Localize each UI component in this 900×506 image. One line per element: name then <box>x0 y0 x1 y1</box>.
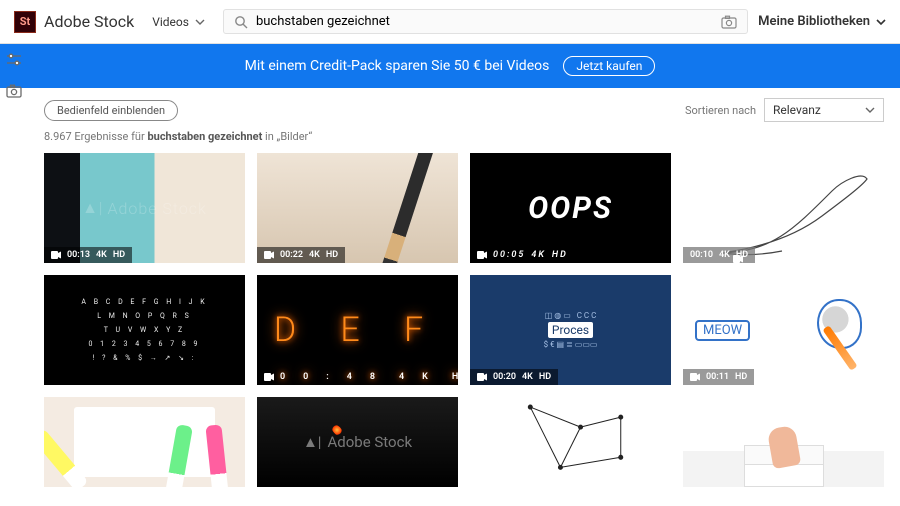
libraries-menu[interactable]: Meine Bibliotheken <box>758 14 886 29</box>
content: Bedienfeld einblenden Sortieren nach Rel… <box>28 88 900 506</box>
chevron-down-icon <box>865 105 875 115</box>
result-thumb[interactable]: ◫ ◍ ▭ C C C Proces $ € ▤ ≣ ▭▭▭ 00:204KHD <box>470 275 671 385</box>
content-toolbar: Bedienfeld einblenden Sortieren nach Rel… <box>44 98 884 122</box>
results-grid: ▲|Adobe Stock 00:134KHD 00:224KHD OOPS 0… <box>44 153 884 385</box>
thumb-badge: 00:224KHD <box>257 247 345 263</box>
thumb-doodle <box>165 424 193 487</box>
thumb-text: Proces <box>548 322 593 338</box>
category-dropdown[interactable]: Videos <box>144 11 213 33</box>
result-thumb[interactable] <box>44 397 245 487</box>
result-thumb[interactable]: MEOW 00:11HD <box>683 275 884 385</box>
result-thumb[interactable]: 00:224KHD <box>257 153 458 263</box>
search-icon <box>234 15 248 29</box>
thumb-badge: 00:104KHD <box>683 247 755 263</box>
result-thumb[interactable]: D E F 00:484KHD <box>257 275 458 385</box>
results-count: 8.967 <box>44 130 72 143</box>
video-icon <box>477 373 487 381</box>
watermark: Adobe Stock <box>327 433 412 451</box>
thumb-text: D E F <box>274 310 441 350</box>
brand: St Adobe Stock <box>14 11 134 33</box>
results-prefix: Ergebnisse für <box>74 130 144 143</box>
thumb-text: A B C D E F G H I J K L M N O P Q R S T … <box>81 295 207 365</box>
search-bar <box>223 9 748 34</box>
camera-icon[interactable] <box>721 15 737 29</box>
video-icon <box>264 251 274 259</box>
thumb-text: OOPS <box>528 191 613 226</box>
thumb-badge: 00:054KHD <box>470 247 575 263</box>
thumb-text: MEOW <box>695 320 750 341</box>
thumb-badge: 00:484KHD <box>257 369 458 385</box>
chevron-down-icon <box>195 17 205 27</box>
results-term: buchstaben gezeichnet <box>147 130 262 143</box>
results-grid-row3: ▲|Adobe Stock <box>44 397 884 487</box>
feather-icon <box>712 161 872 261</box>
video-icon <box>690 373 700 381</box>
result-thumb[interactable]: A B C D E F G H I J K L M N O P Q R S T … <box>44 275 245 385</box>
chevron-down-icon <box>876 17 886 27</box>
thumb-badge: 00:11HD <box>683 369 754 385</box>
video-icon <box>477 251 487 259</box>
video-icon <box>733 255 743 263</box>
header: St Adobe Stock Videos Meine Bibliotheken <box>0 0 900 44</box>
results-summary: 8.967 Ergebnisse für buchstaben gezeichn… <box>44 130 884 143</box>
result-thumb[interactable]: 00:104KHD <box>683 153 884 263</box>
banner-text: Mit einem Credit-Pack sparen Sie 50 € be… <box>245 58 550 74</box>
banner-cta-button[interactable]: Jetzt kaufen <box>563 56 655 76</box>
search-input[interactable] <box>256 14 713 29</box>
video-icon <box>51 251 61 259</box>
network-icon <box>470 397 671 487</box>
sort-value: Relevanz <box>773 103 821 117</box>
result-thumb[interactable]: ▲|Adobe Stock 00:134KHD <box>44 153 245 263</box>
thumb-doodle <box>44 428 89 487</box>
sort-label: Sortieren nach <box>685 104 756 117</box>
promo-banner: Mit einem Credit-Pack sparen Sie 50 € be… <box>0 44 900 88</box>
sort-control: Sortieren nach Relevanz <box>685 98 884 122</box>
thumb-doodle: ◫ ◍ ▭ C C C <box>545 311 597 320</box>
result-thumb[interactable] <box>683 397 884 487</box>
libraries-label: Meine Bibliotheken <box>758 14 870 29</box>
category-label: Videos <box>152 15 189 29</box>
camera-icon[interactable] <box>6 84 22 98</box>
result-thumb[interactable]: OOPS 00:054KHD <box>470 153 671 263</box>
sidebar <box>0 44 28 506</box>
thumb-doodle <box>205 424 228 487</box>
sort-dropdown[interactable]: Relevanz <box>764 98 884 122</box>
toggle-panel-button[interactable]: Bedienfeld einblenden <box>44 100 178 121</box>
results-suffix: in „Bilder“ <box>265 130 312 143</box>
thumb-badge: 00:204KHD <box>470 369 558 385</box>
thumb-doodle: $ € ▤ ≣ ▭▭▭ <box>544 340 598 349</box>
brand-name: Adobe Stock <box>44 12 134 31</box>
result-thumb[interactable]: ▲|Adobe Stock <box>257 397 458 487</box>
sliders-icon[interactable] <box>6 52 22 68</box>
video-icon <box>264 373 274 381</box>
thumb-badge: 00:134KHD <box>44 247 132 263</box>
brand-logo-icon: St <box>14 11 36 33</box>
result-thumb[interactable] <box>470 397 671 487</box>
